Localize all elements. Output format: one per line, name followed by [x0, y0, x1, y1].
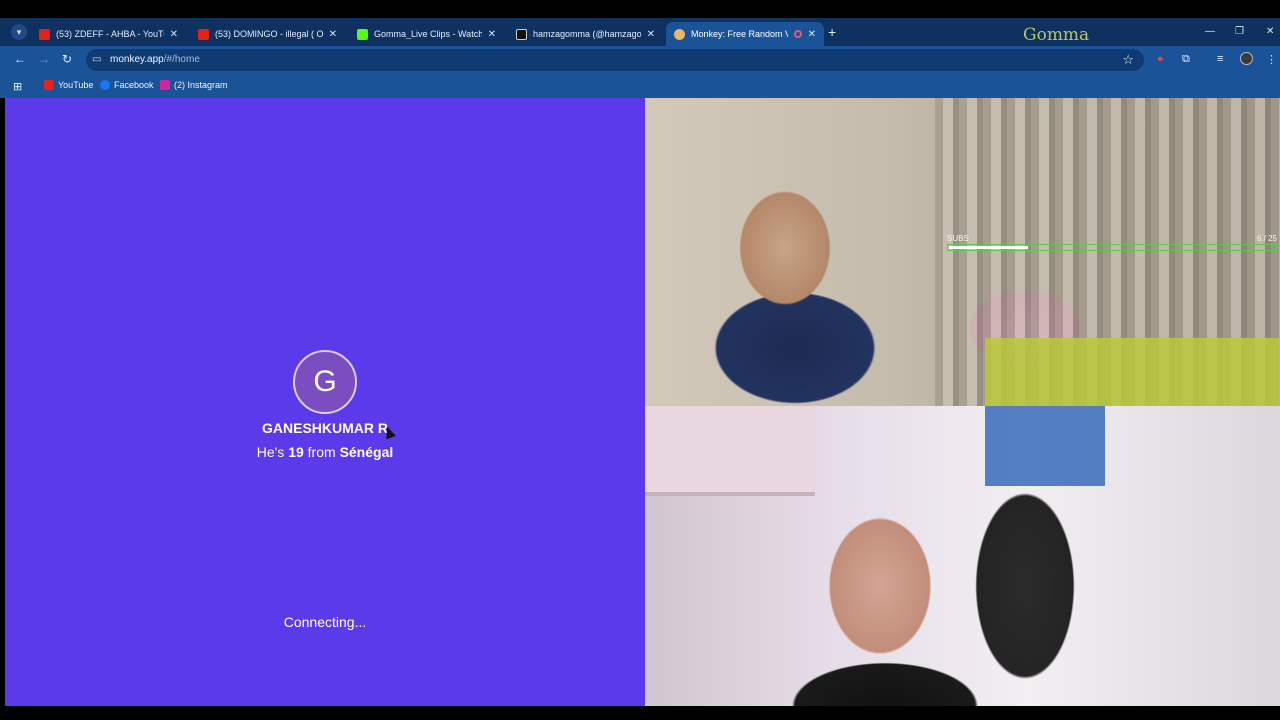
bookmark-youtube[interactable]: YouTube	[44, 80, 93, 90]
back-icon[interactable]: ←	[14, 52, 26, 66]
webcam-video-bottom	[645, 406, 1280, 706]
match-country: Sénégal	[339, 444, 394, 460]
url-path: /#/home	[163, 54, 200, 65]
tab-title: Monkey: Free Random Vide	[691, 29, 789, 39]
subs-progress-bar	[947, 244, 1277, 251]
bookmark-facebook[interactable]: Facebook	[100, 80, 154, 90]
extension-icon[interactable]: ●	[1157, 53, 1164, 65]
bookmark-label: (2) Instagram	[174, 80, 228, 90]
facebook-icon	[100, 80, 110, 90]
tab-title: (53) ZDEFF - AHBA - YouTube	[56, 29, 164, 39]
minimize-icon[interactable]: —	[1205, 26, 1215, 37]
subs-progress-fill	[949, 246, 1028, 249]
close-icon[interactable]: ✕	[488, 29, 496, 40]
match-panel: G GANESHKUMAR R He's 19 from Sénégal Con…	[5, 98, 645, 706]
match-avatar: G	[293, 350, 357, 414]
extensions-puzzle-icon[interactable]: ⧉	[1182, 53, 1190, 66]
site-info-icon[interactable]: ▭	[92, 54, 104, 66]
recording-icon	[794, 30, 802, 38]
subs-count: 6 / 25	[1256, 234, 1277, 243]
profile-avatar[interactable]	[1240, 52, 1253, 65]
close-icon[interactable]: ✕	[170, 29, 178, 40]
tab-monkey[interactable]: Monkey: Free Random Vide ✕	[666, 22, 824, 46]
apps-grid-icon[interactable]: ⊞	[13, 80, 22, 93]
connection-status: Connecting...	[283, 614, 367, 630]
bookmark-instagram[interactable]: (2) Instagram	[160, 80, 228, 90]
media-control-icon[interactable]: ≡	[1217, 53, 1223, 65]
close-icon[interactable]: ✕	[647, 29, 655, 40]
youtube-icon	[198, 28, 209, 40]
kick-icon	[357, 28, 368, 40]
tab-tiktok-hamzagomma[interactable]: hamzagomma (@hamzagomm ✕	[508, 22, 663, 46]
close-icon[interactable]: ✕	[808, 29, 816, 40]
new-tab-button[interactable]: +	[828, 24, 836, 40]
close-window-icon[interactable]: ✕	[1266, 26, 1274, 37]
menu-icon[interactable]: ⋮	[1266, 53, 1277, 66]
bookmark-label: Facebook	[114, 80, 154, 90]
info-from: from	[307, 444, 336, 460]
bookmarks-bar: ⊞ YouTube Facebook (2) Instagram	[0, 74, 1280, 98]
tab-title: (53) DOMINGO - illegal ( Offici	[215, 29, 323, 39]
monkey-icon	[674, 28, 685, 40]
background-bed	[985, 338, 1280, 406]
close-icon[interactable]: ✕	[329, 29, 337, 40]
toolbar: ← → ↻ ▭ monkey.app/#/home ☆ ● ⧉ ≡ ⋮	[0, 46, 1280, 74]
watermark: Gomma	[1023, 25, 1090, 45]
screen: ▾ (53) ZDEFF - AHBA - YouTube ✕ (53) DOM…	[0, 0, 1280, 720]
background-neon-light	[985, 406, 1105, 486]
subs-goal-overlay: SUBS 6 / 25	[945, 234, 1277, 258]
match-info: He's 19 from Sénégal	[5, 444, 645, 460]
bookmark-star-icon[interactable]: ☆	[1122, 52, 1134, 68]
webcam-video-top: SUBS 6 / 25	[645, 98, 1280, 406]
info-prefix: He's	[256, 444, 285, 460]
tiktok-icon	[516, 28, 527, 40]
tab-youtube-zdeff[interactable]: (53) ZDEFF - AHBA - YouTube ✕	[31, 22, 186, 46]
subs-label: SUBS	[947, 234, 969, 243]
tab-search-dropdown-icon[interactable]: ▾	[11, 24, 27, 40]
tab-title: Gomma_Live Clips - Watch Live	[374, 29, 482, 39]
tab-youtube-domingo[interactable]: (53) DOMINGO - illegal ( Offici ✕	[190, 22, 345, 46]
tab-title: hamzagomma (@hamzagomm	[533, 29, 641, 39]
reload-icon[interactable]: ↻	[62, 52, 72, 66]
tab-kick-gomma[interactable]: Gomma_Live Clips - Watch Live ✕	[349, 22, 504, 46]
bottom-bar	[0, 706, 1280, 720]
forward-icon[interactable]: →	[38, 52, 50, 66]
address-url[interactable]: monkey.app/#/home	[110, 54, 200, 65]
url-host: monkey.app	[110, 54, 164, 65]
youtube-icon	[44, 80, 54, 90]
restore-icon[interactable]: ❐	[1235, 26, 1244, 37]
youtube-icon	[39, 28, 50, 40]
address-bar[interactable]: ▭ monkey.app/#/home ☆	[86, 49, 1144, 71]
bookmark-label: YouTube	[58, 80, 94, 90]
instagram-icon	[160, 80, 170, 90]
match-age: 19	[288, 444, 304, 460]
tab-strip: ▾ (53) ZDEFF - AHBA - YouTube ✕ (53) DOM…	[0, 18, 1280, 46]
background-shelf	[645, 406, 815, 496]
match-name: GANESHKUMAR R	[262, 420, 388, 436]
